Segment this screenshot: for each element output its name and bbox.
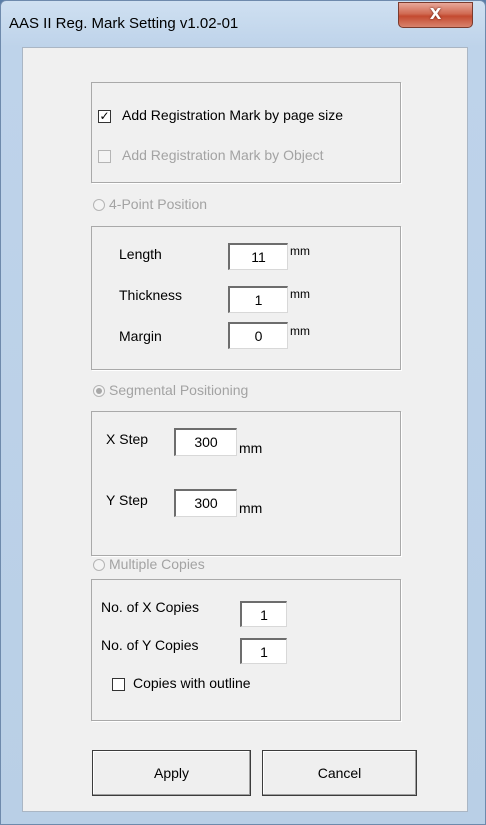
- margin-input[interactable]: 0: [228, 322, 288, 349]
- window-title: AAS II Reg. Mark Setting v1.02-01: [9, 15, 239, 32]
- y-copies-label: No. of Y Copies: [101, 637, 199, 653]
- thickness-label: Thickness: [119, 287, 183, 303]
- margin-unit: mm: [290, 324, 310, 338]
- four-point-label[interactable]: 4-Point Position: [109, 196, 207, 212]
- length-unit: mm: [290, 244, 310, 258]
- thickness-input[interactable]: 1: [228, 286, 288, 313]
- x-copies-label: No. of X Copies: [101, 599, 200, 615]
- x-step-label: X Step: [106, 431, 149, 447]
- radio-selected-dot: [96, 388, 102, 394]
- y-copies-input[interactable]: 1: [240, 638, 287, 664]
- x-copies-input[interactable]: 1: [240, 601, 287, 627]
- length-input[interactable]: 11: [228, 243, 288, 270]
- close-button[interactable]: X: [398, 2, 473, 28]
- x-step-input[interactable]: 300: [174, 428, 237, 456]
- y-step-unit: mm: [239, 500, 263, 516]
- by-object-label[interactable]: Add Registration Mark by Object: [122, 147, 324, 163]
- outline-checkbox[interactable]: [112, 678, 125, 691]
- margin-label: Margin: [119, 328, 162, 344]
- by-object-checkbox[interactable]: [98, 150, 111, 163]
- cancel-button[interactable]: Cancel: [262, 750, 417, 796]
- y-step-input[interactable]: 300: [174, 489, 237, 517]
- thickness-unit: mm: [290, 287, 310, 301]
- by-page-size-checkbox[interactable]: ✓: [98, 110, 111, 123]
- multiple-copies-radio[interactable]: [93, 559, 105, 571]
- segmental-label[interactable]: Segmental Positioning: [109, 382, 248, 398]
- by-page-size-label[interactable]: Add Registration Mark by page size: [122, 107, 343, 123]
- apply-button[interactable]: Apply: [92, 750, 251, 796]
- segmental-radio[interactable]: [93, 385, 105, 397]
- x-step-unit: mm: [239, 440, 263, 456]
- four-point-radio[interactable]: [93, 199, 105, 211]
- dialog-client-area: ✓ Add Registration Mark by page size Add…: [22, 47, 468, 812]
- outline-label[interactable]: Copies with outline: [133, 675, 251, 691]
- dialog-window: AAS II Reg. Mark Setting v1.02-01 X ✓ Ad…: [0, 0, 486, 825]
- mark-type-group: [91, 82, 401, 183]
- length-label: Length: [119, 246, 162, 262]
- multiple-copies-label[interactable]: Multiple Copies: [109, 556, 205, 572]
- y-step-label: Y Step: [106, 492, 148, 508]
